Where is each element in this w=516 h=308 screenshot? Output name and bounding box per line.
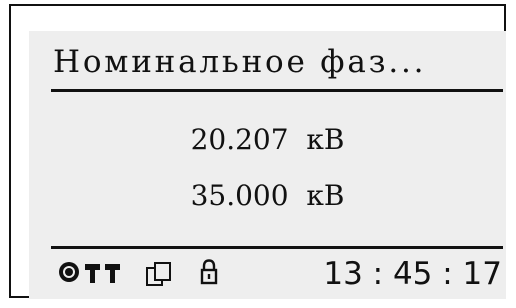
title-divider	[51, 89, 503, 92]
signal-icon	[85, 264, 120, 283]
parameter-title: Номинальное фаз...	[53, 44, 427, 80]
value-line-1: 20.207 кВ	[190, 123, 345, 156]
lcd-frame: Номинальное фаз... 20.207 кВ 35.000 кВ 1…	[9, 4, 506, 299]
value-line-2: 35.000 кВ	[190, 179, 345, 212]
status-bar: 13 : 45 : 17	[29, 251, 506, 297]
lock-icon	[200, 259, 218, 285]
status-divider	[51, 246, 503, 249]
clock-display: 13 : 45 : 17	[323, 256, 502, 292]
record-icon	[59, 262, 79, 282]
lcd-screen: Номинальное фаз... 20.207 кВ 35.000 кВ 1…	[29, 31, 506, 299]
document-icon	[146, 262, 171, 286]
